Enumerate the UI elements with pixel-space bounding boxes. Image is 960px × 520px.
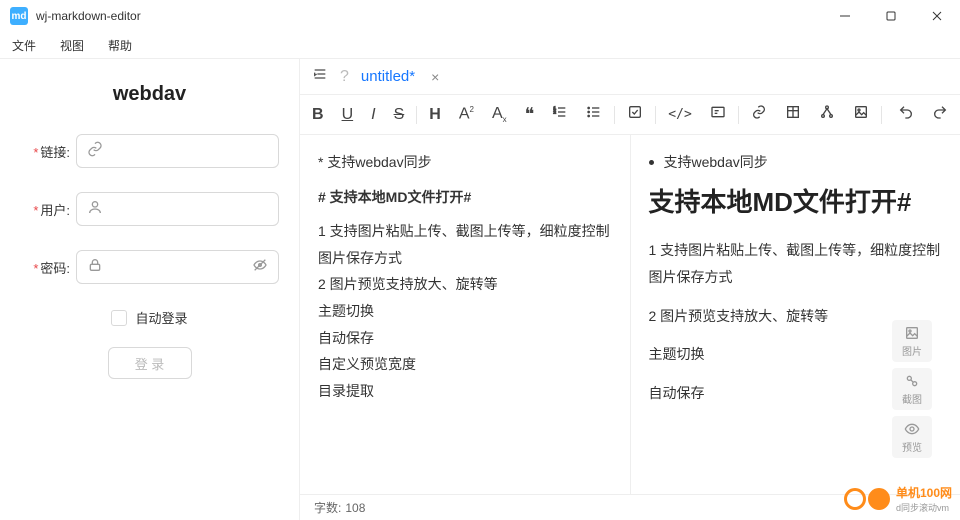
table-button[interactable] [785, 104, 801, 125]
pass-label: *密码: [20, 258, 76, 277]
webdav-panel: webdav *链接: *用户: *密码: 自动登录 登 录 [0, 59, 300, 520]
bold-button[interactable]: B [312, 106, 324, 124]
tab-close-button[interactable]: × [431, 69, 439, 85]
link-icon [87, 141, 103, 162]
link-label: *链接: [20, 142, 76, 161]
user-icon [87, 199, 103, 220]
auto-login-checkbox[interactable] [111, 310, 127, 326]
superscript-button[interactable]: A2 [459, 105, 474, 123]
lock-icon [87, 257, 103, 278]
menu-view[interactable]: 视图 [52, 35, 92, 56]
window-title: wj-markdown-editor [36, 9, 822, 23]
quote-button[interactable]: ❝ [525, 104, 535, 125]
menu-file[interactable]: 文件 [4, 35, 44, 56]
format-toolbar: B U I S H A2 Ax ❝ 12 </> [300, 95, 960, 135]
sidebar-title: webdav [20, 83, 279, 106]
outline-icon[interactable] [312, 66, 328, 87]
tab-filename[interactable]: untitled* [361, 68, 415, 85]
screenshot-button[interactable]: 截图 [892, 368, 932, 410]
user-input[interactable] [76, 192, 279, 226]
wordcount-label: 字数: [314, 499, 341, 516]
unordered-list-button[interactable] [586, 104, 602, 125]
minimize-button[interactable] [822, 0, 868, 32]
heading-button[interactable]: H [429, 106, 441, 124]
svg-text:2: 2 [554, 109, 557, 114]
link-button[interactable] [751, 104, 767, 125]
wordcount-value: 108 [345, 501, 365, 515]
ordered-list-button[interactable]: 12 [552, 104, 568, 125]
login-button[interactable]: 登 录 [108, 347, 192, 379]
markdown-source-pane[interactable]: * 支持webdav同步 # 支持本地MD文件打开# 1 支持图片粘贴上传、截图… [300, 135, 631, 494]
code-button[interactable]: </> [668, 107, 691, 122]
pass-input[interactable] [76, 250, 279, 284]
subscript-button[interactable]: Ax [492, 105, 507, 124]
redo-button[interactable] [932, 104, 948, 125]
eye-off-icon[interactable] [252, 257, 268, 278]
link-input[interactable] [76, 134, 279, 168]
codeblock-button[interactable] [710, 104, 726, 125]
app-icon: md [10, 7, 28, 25]
italic-button[interactable]: I [371, 106, 375, 124]
diagram-button[interactable] [819, 104, 835, 125]
menu-help[interactable]: 帮助 [100, 35, 140, 56]
maximize-button[interactable] [868, 0, 914, 32]
auto-login-label: 自动登录 [135, 308, 187, 327]
undo-button[interactable] [898, 104, 914, 125]
strike-button[interactable]: S [394, 106, 405, 124]
image-button[interactable] [853, 104, 869, 125]
user-label: *用户: [20, 200, 76, 219]
watermark: 单机100网d同步滚动vm [844, 484, 952, 514]
insert-image-button[interactable]: 图片 [892, 320, 932, 362]
close-button[interactable] [914, 0, 960, 32]
tab-unsaved-icon: ? [340, 68, 349, 86]
underline-button[interactable]: U [342, 106, 354, 124]
checkbox-button[interactable] [627, 104, 643, 125]
preview-toggle-button[interactable]: 预览 [892, 416, 932, 458]
